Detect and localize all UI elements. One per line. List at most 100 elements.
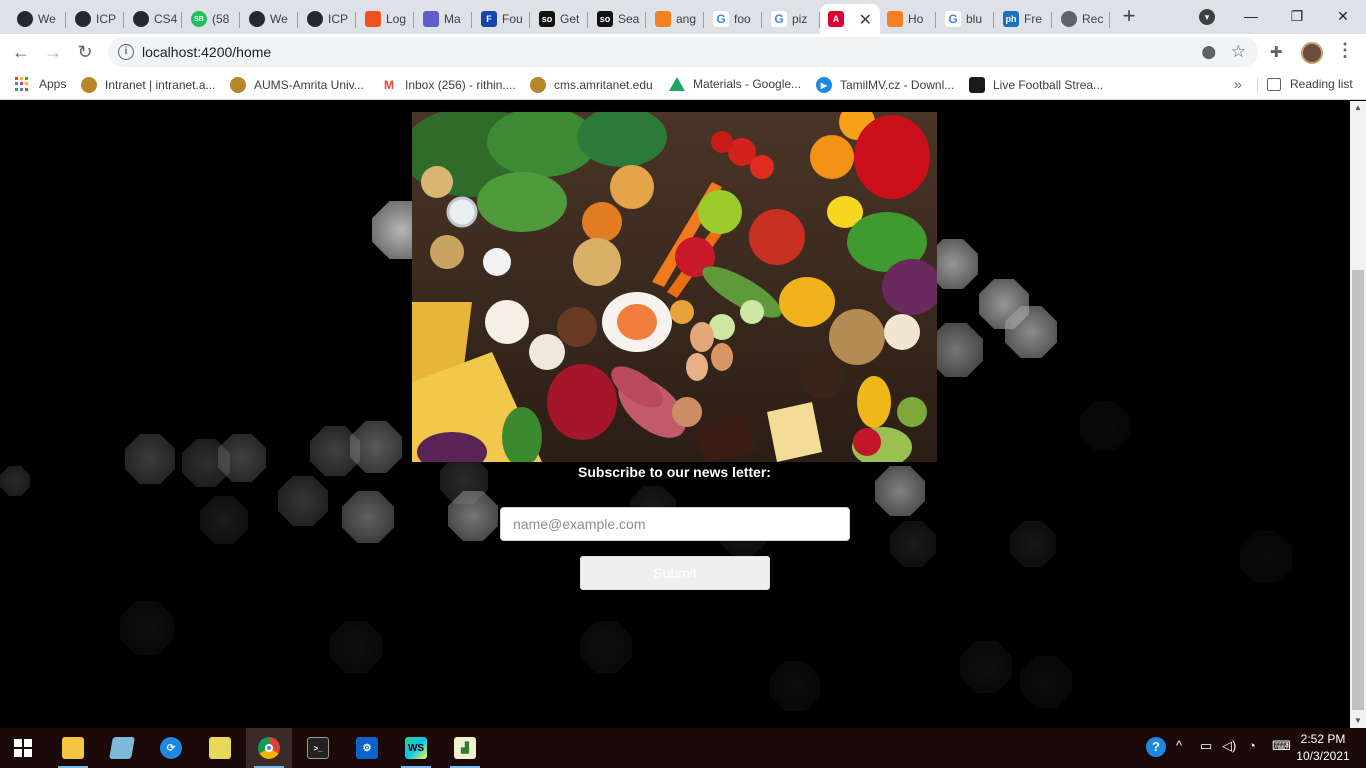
- browser-tab[interactable]: F Fou: [472, 4, 530, 34]
- tab-title: Rec: [1082, 12, 1104, 26]
- tab-title: foo: [734, 12, 751, 26]
- drive-icon: [669, 77, 685, 91]
- teams-icon: [423, 11, 439, 27]
- restore-button[interactable]: ❐: [1274, 2, 1320, 30]
- volume-icon[interactable]: ◁): [1222, 738, 1236, 754]
- tab-title: ang: [676, 12, 697, 26]
- google-icon: G: [713, 11, 729, 27]
- chart-icon: ▟: [454, 737, 476, 759]
- close-window-button[interactable]: ✕: [1320, 2, 1366, 30]
- browser-tab[interactable]: A ✕: [820, 4, 880, 34]
- email-input[interactable]: [500, 507, 850, 541]
- bokeh-light: [120, 601, 174, 655]
- bookmark-label: Inbox (256) - rithin....: [405, 78, 516, 92]
- close-tab-icon[interactable]: ✕: [859, 10, 872, 30]
- reading-list-icon: [1267, 77, 1281, 91]
- system-clock[interactable]: 2:52 PM 10/3/2021: [1296, 731, 1350, 765]
- browser-tab[interactable]: We: [8, 4, 66, 34]
- tray-overflow-icon[interactable]: ^: [1176, 738, 1182, 753]
- browser-tab[interactable]: Ho: [878, 4, 936, 34]
- browser-tab[interactable]: Gfoo: [704, 4, 762, 34]
- battery-icon[interactable]: ▭: [1200, 738, 1212, 754]
- bookmark-item[interactable]: AUMS-Amrita Univ...: [230, 77, 364, 93]
- taskbar-webstorm[interactable]: WS: [393, 728, 439, 768]
- bookmarks-overflow-icon[interactable]: »: [1234, 76, 1242, 92]
- taskbar-terminal[interactable]: >_: [295, 728, 341, 768]
- taskbar-app-4[interactable]: [197, 728, 243, 768]
- browser-tab[interactable]: ph Fre: [994, 4, 1052, 34]
- bokeh-light: [1010, 521, 1056, 567]
- bookmark-item[interactable]: ▶ TamilMV.cz - Downl...: [816, 77, 954, 93]
- taskbar-settings[interactable]: ⚙: [344, 728, 390, 768]
- gmail-icon: M: [381, 77, 397, 93]
- bookmark-item[interactable]: Intranet | intranet.a...: [81, 77, 216, 93]
- bokeh-light: [1020, 656, 1072, 708]
- clock-date: 10/3/2021: [1296, 749, 1350, 763]
- extensions-puzzle-icon[interactable]: ✚: [1270, 43, 1283, 61]
- browser-tab[interactable]: Log: [356, 4, 414, 34]
- url-text[interactable]: localhost:4200/home: [142, 44, 271, 60]
- taskbar-chart-app[interactable]: ▟: [442, 728, 488, 768]
- site-info-icon[interactable]: i: [118, 44, 134, 60]
- browser-tab[interactable]: ang: [646, 4, 704, 34]
- subscribe-heading: Subscribe to our news letter:: [578, 464, 771, 480]
- help-icon[interactable]: ?: [1146, 737, 1166, 757]
- github-icon: [17, 11, 33, 27]
- tab-title: Ho: [908, 12, 924, 26]
- scroll-up-arrow-icon[interactable]: ▲: [1353, 103, 1363, 112]
- wifi-icon[interactable]: ◔: [1248, 738, 1256, 753]
- new-tab-button[interactable]: +: [1117, 5, 1141, 29]
- taskbar-app-2[interactable]: [99, 728, 145, 768]
- minimize-button[interactable]: —: [1228, 2, 1274, 30]
- scroll-down-arrow-icon[interactable]: ▼: [1353, 716, 1363, 725]
- bokeh-light: [580, 621, 632, 673]
- taskbar-app-3[interactable]: ⟳: [148, 728, 194, 768]
- address-bar[interactable]: i localhost:4200/home ⬤ ☆: [108, 37, 1258, 67]
- scrollbar-thumb[interactable]: [1352, 270, 1364, 710]
- folder-icon: [62, 737, 84, 759]
- webstorm-icon: WS: [405, 737, 427, 759]
- start-button[interactable]: [0, 728, 46, 768]
- ph-icon: ph: [1003, 11, 1019, 27]
- bookmark-label: cms.amritanet.edu: [554, 78, 653, 92]
- submit-button[interactable]: Submit: [580, 556, 770, 590]
- forward-arrow-icon[interactable]: →: [41, 40, 65, 64]
- reading-list-button[interactable]: Reading list: [1267, 77, 1353, 91]
- taskbar-chrome[interactable]: [246, 728, 292, 768]
- windows-taskbar: ⟳ >_ ⚙ WS ▟ ? ^ ▭ ◁) ◔ ⌨ 2:52 PM 10/3/20…: [0, 728, 1366, 768]
- bookmark-item[interactable]: M Inbox (256) - rithin....: [381, 77, 516, 93]
- stack-icon: [655, 11, 671, 27]
- tab-title: We: [38, 12, 56, 26]
- tab-search-icon[interactable]: ▾: [1199, 9, 1215, 25]
- bookmark-item[interactable]: cms.amritanet.edu: [530, 77, 653, 93]
- bookmarks-bar: Apps Intranet | intranet.a... AUMS-Amrita …: [0, 70, 1366, 100]
- reload-icon[interactable]: ↻: [73, 40, 97, 64]
- browser-tab[interactable]: so Sea: [588, 4, 646, 34]
- browser-tab[interactable]: so Get: [530, 4, 588, 34]
- kebab-menu-icon[interactable]: ⋮: [1336, 40, 1354, 61]
- bookmark-item[interactable]: Apps: [15, 77, 66, 91]
- bookmark-item[interactable]: Materials - Google...: [669, 77, 801, 91]
- bookmark-star-icon[interactable]: ☆: [1231, 42, 1246, 62]
- profile-avatar[interactable]: [1301, 42, 1323, 64]
- location-pin-icon[interactable]: ⬤: [1201, 44, 1216, 60]
- browser-tab[interactable]: Rec: [1052, 4, 1110, 34]
- browser-tab[interactable]: CS4: [124, 4, 182, 34]
- back-arrow-icon[interactable]: ←: [9, 40, 33, 64]
- browser-tab[interactable]: ICP: [298, 4, 356, 34]
- browser-tab[interactable]: We: [240, 4, 298, 34]
- bokeh-light: [200, 496, 248, 544]
- browser-tab[interactable]: ICP: [66, 4, 124, 34]
- bokeh-light: [342, 491, 394, 543]
- browser-tab[interactable]: SB (58: [182, 4, 240, 34]
- bokeh-light: [770, 661, 820, 711]
- browser-tab[interactable]: Gpiz: [762, 4, 820, 34]
- taskbar-file-explorer[interactable]: [50, 728, 96, 768]
- bookmark-item[interactable]: Live Football Strea...: [969, 77, 1103, 93]
- bookmarks-divider: [1257, 77, 1258, 93]
- browser-tab[interactable]: Gblu: [936, 4, 994, 34]
- notes-icon: [209, 737, 231, 759]
- browser-tab[interactable]: Ma: [414, 4, 472, 34]
- stackoverflow-icon: so: [539, 11, 555, 27]
- keyboard-icon[interactable]: ⌨: [1272, 738, 1291, 754]
